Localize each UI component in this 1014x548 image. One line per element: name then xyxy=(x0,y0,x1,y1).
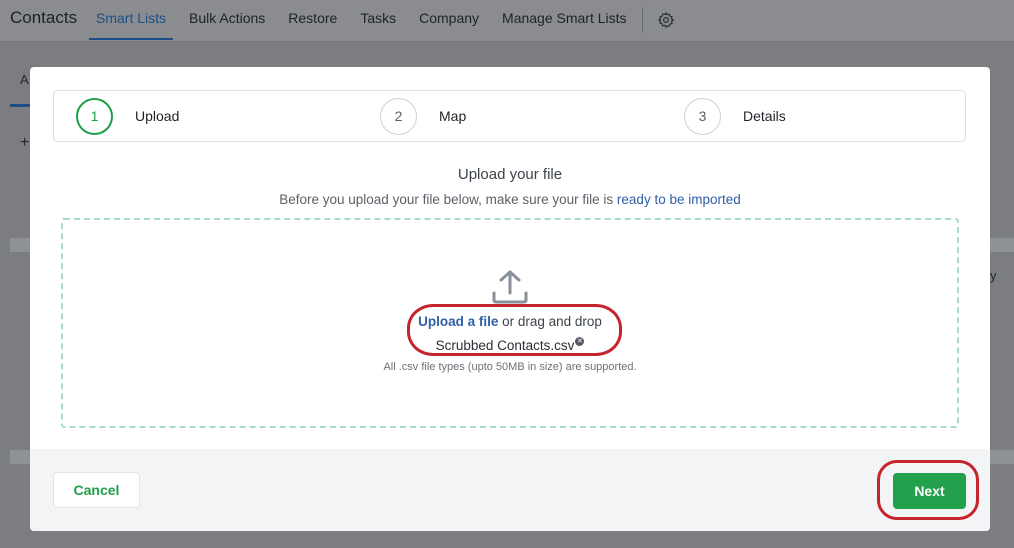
nav-restore[interactable]: Restore xyxy=(288,0,337,40)
ready-to-import-link[interactable]: ready to be imported xyxy=(617,192,741,207)
step-label: Map xyxy=(439,108,467,124)
step-map: 2 Map xyxy=(380,96,466,136)
background-tab-indicator xyxy=(10,104,32,107)
step-label: Details xyxy=(743,108,786,124)
upload-subtitle: Before you upload your file below, make … xyxy=(30,192,990,207)
nav-company[interactable]: Company xyxy=(419,0,479,40)
step-label: Upload xyxy=(135,108,180,124)
nav-smart-lists[interactable]: Smart Lists xyxy=(89,0,174,40)
step-number: 3 xyxy=(684,97,721,135)
file-type-hint: All .csv file types (upto 50MB in size) … xyxy=(383,361,637,373)
app-title: Contacts xyxy=(10,8,78,27)
modal-footer: Cancel Next xyxy=(30,449,990,531)
nav-divider xyxy=(641,7,643,33)
cancel-button[interactable]: Cancel xyxy=(53,472,140,508)
nav-tasks[interactable]: Tasks xyxy=(360,0,396,40)
background-column-fragment: y xyxy=(990,268,997,283)
step-details: 3 Details xyxy=(684,96,786,136)
app-header: Contacts Smart Lists Bulk Actions Restor… xyxy=(0,0,1014,42)
upload-subtitle-text: Before you upload your file below, make … xyxy=(279,192,617,207)
annotation-circle-next xyxy=(877,460,979,520)
step-number: 2 xyxy=(380,97,417,135)
import-modal: 1 Upload 2 Map 3 Details Upload your fil… xyxy=(30,67,990,531)
background-add-icon: + xyxy=(20,134,30,151)
import-stepper: 1 Upload 2 Map 3 Details xyxy=(53,90,966,142)
step-upload: 1 Upload xyxy=(76,96,179,136)
annotation-circle-upload xyxy=(407,304,622,356)
nav-bulk-actions[interactable]: Bulk Actions xyxy=(189,0,265,40)
step-number: 1 xyxy=(76,97,113,135)
top-nav: Smart Lists Bulk Actions Restore Tasks C… xyxy=(89,0,675,40)
background-tab: A xyxy=(20,72,29,87)
upload-title: Upload your file xyxy=(457,166,563,183)
nav-manage-smart-lists[interactable]: Manage Smart Lists xyxy=(502,0,627,40)
gear-icon[interactable] xyxy=(657,11,675,29)
upload-arrow-icon xyxy=(492,270,528,304)
